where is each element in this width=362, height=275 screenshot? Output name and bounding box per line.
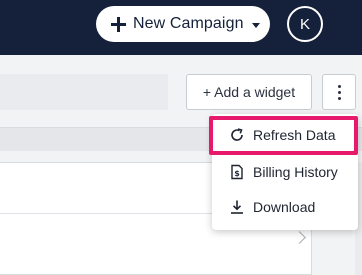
download-icon <box>231 200 243 214</box>
menu-item-label: Download <box>253 199 316 215</box>
new-campaign-button[interactable]: New Campaign <box>96 6 270 42</box>
svg-text:$: $ <box>234 169 240 178</box>
dot <box>337 84 341 88</box>
menu-item-billing-history[interactable]: $ Billing History <box>212 157 358 187</box>
menu-item-label: Billing History <box>253 164 338 180</box>
menu-item-label: Refresh Data <box>253 127 336 143</box>
user-avatar[interactable]: K <box>287 6 323 42</box>
new-campaign-label: New Campaign <box>133 15 244 32</box>
filter-bar <box>0 74 168 110</box>
dot <box>337 96 341 100</box>
menu-item-refresh-data[interactable]: Refresh Data <box>212 120 358 150</box>
add-widget-button[interactable]: + Add a widget <box>186 74 312 110</box>
plus-icon <box>111 16 126 32</box>
more-options-button[interactable] <box>322 74 356 110</box>
caret-down-icon <box>251 22 260 28</box>
billing-history-icon: $ <box>231 164 243 180</box>
dot <box>337 90 341 94</box>
refresh-icon <box>231 128 243 141</box>
top-navigation-bar: New Campaign K <box>0 0 362 55</box>
more-options-menu: Refresh Data $ Billing History Download <box>212 114 358 230</box>
menu-item-download[interactable]: Download <box>212 192 358 222</box>
